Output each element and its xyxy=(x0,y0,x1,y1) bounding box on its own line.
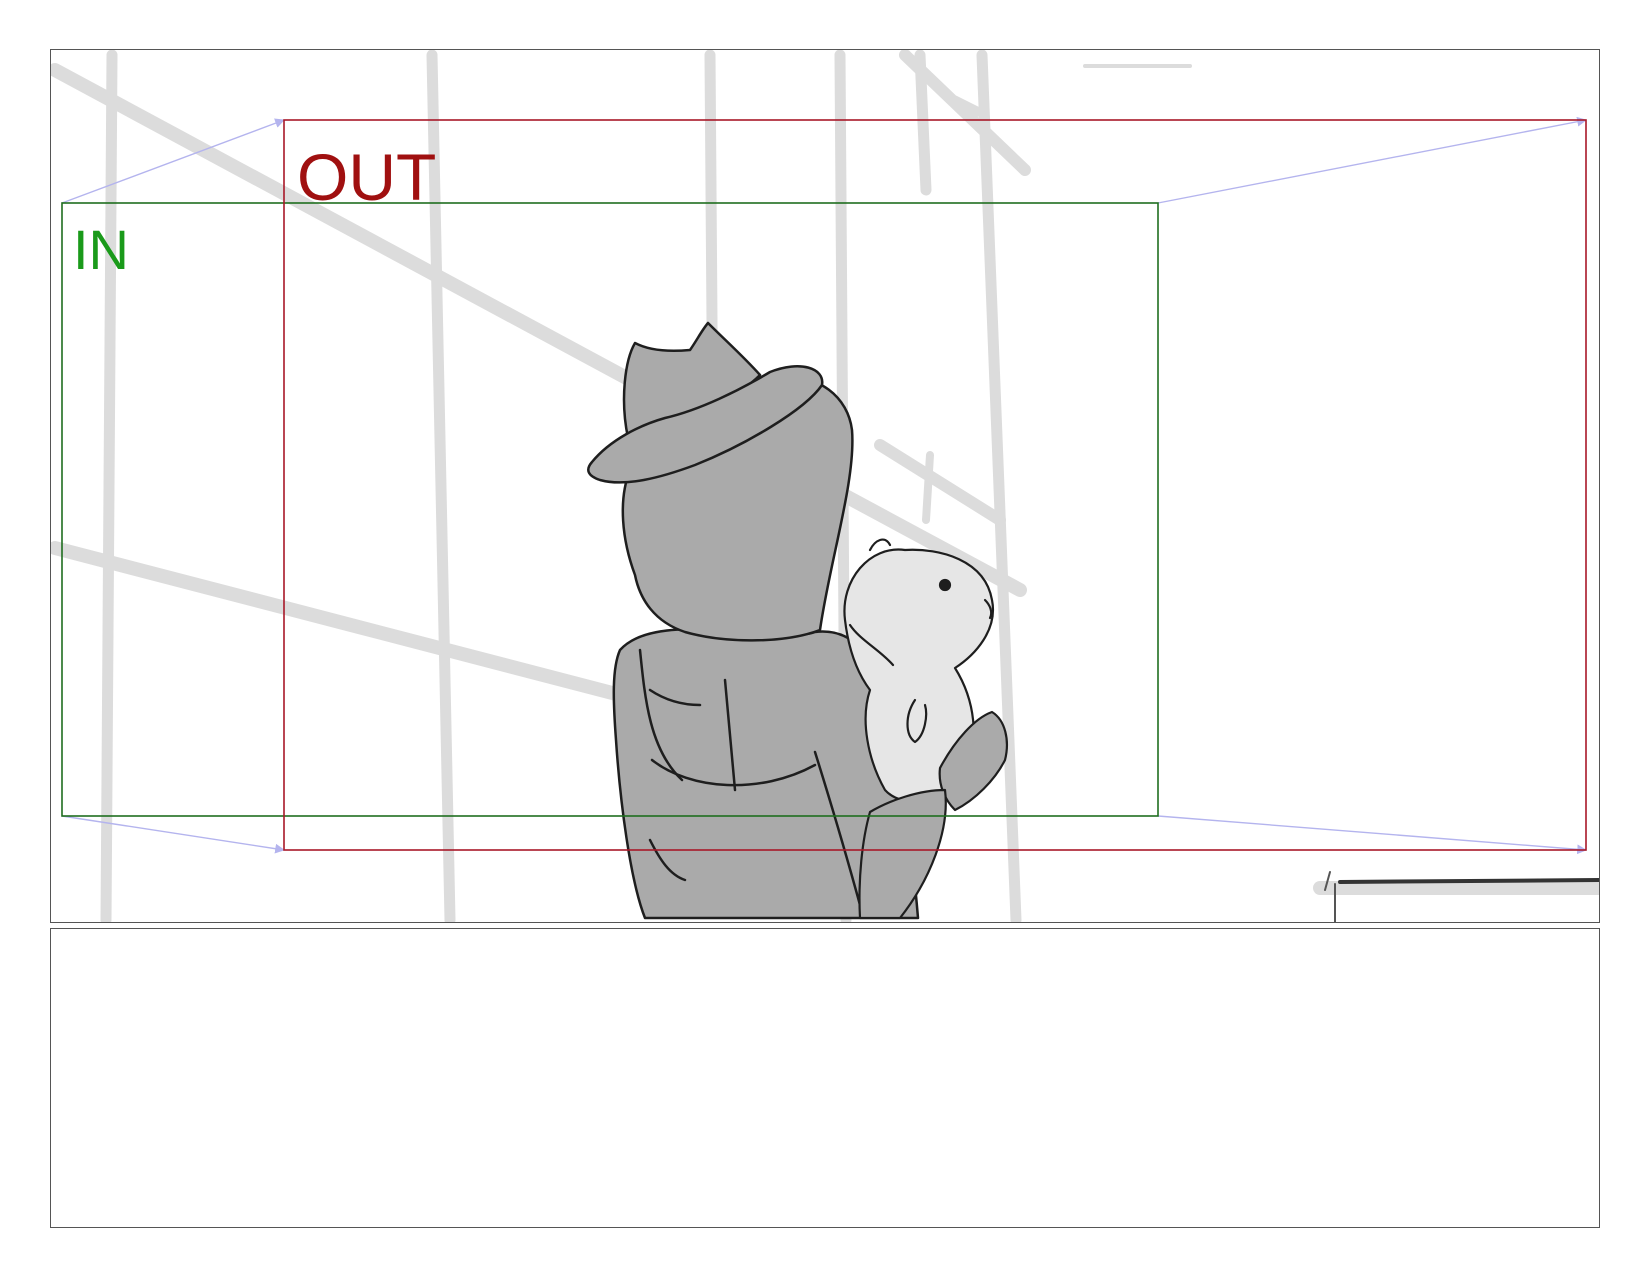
arrow-icon xyxy=(61,815,285,854)
arrow-icon xyxy=(1157,116,1587,204)
dog xyxy=(843,538,1009,920)
in-frame-label: IN xyxy=(73,218,129,281)
out-frame-label: OUT xyxy=(297,140,437,214)
storyboard-scene xyxy=(51,50,1599,922)
arrow-icon xyxy=(1157,815,1587,855)
